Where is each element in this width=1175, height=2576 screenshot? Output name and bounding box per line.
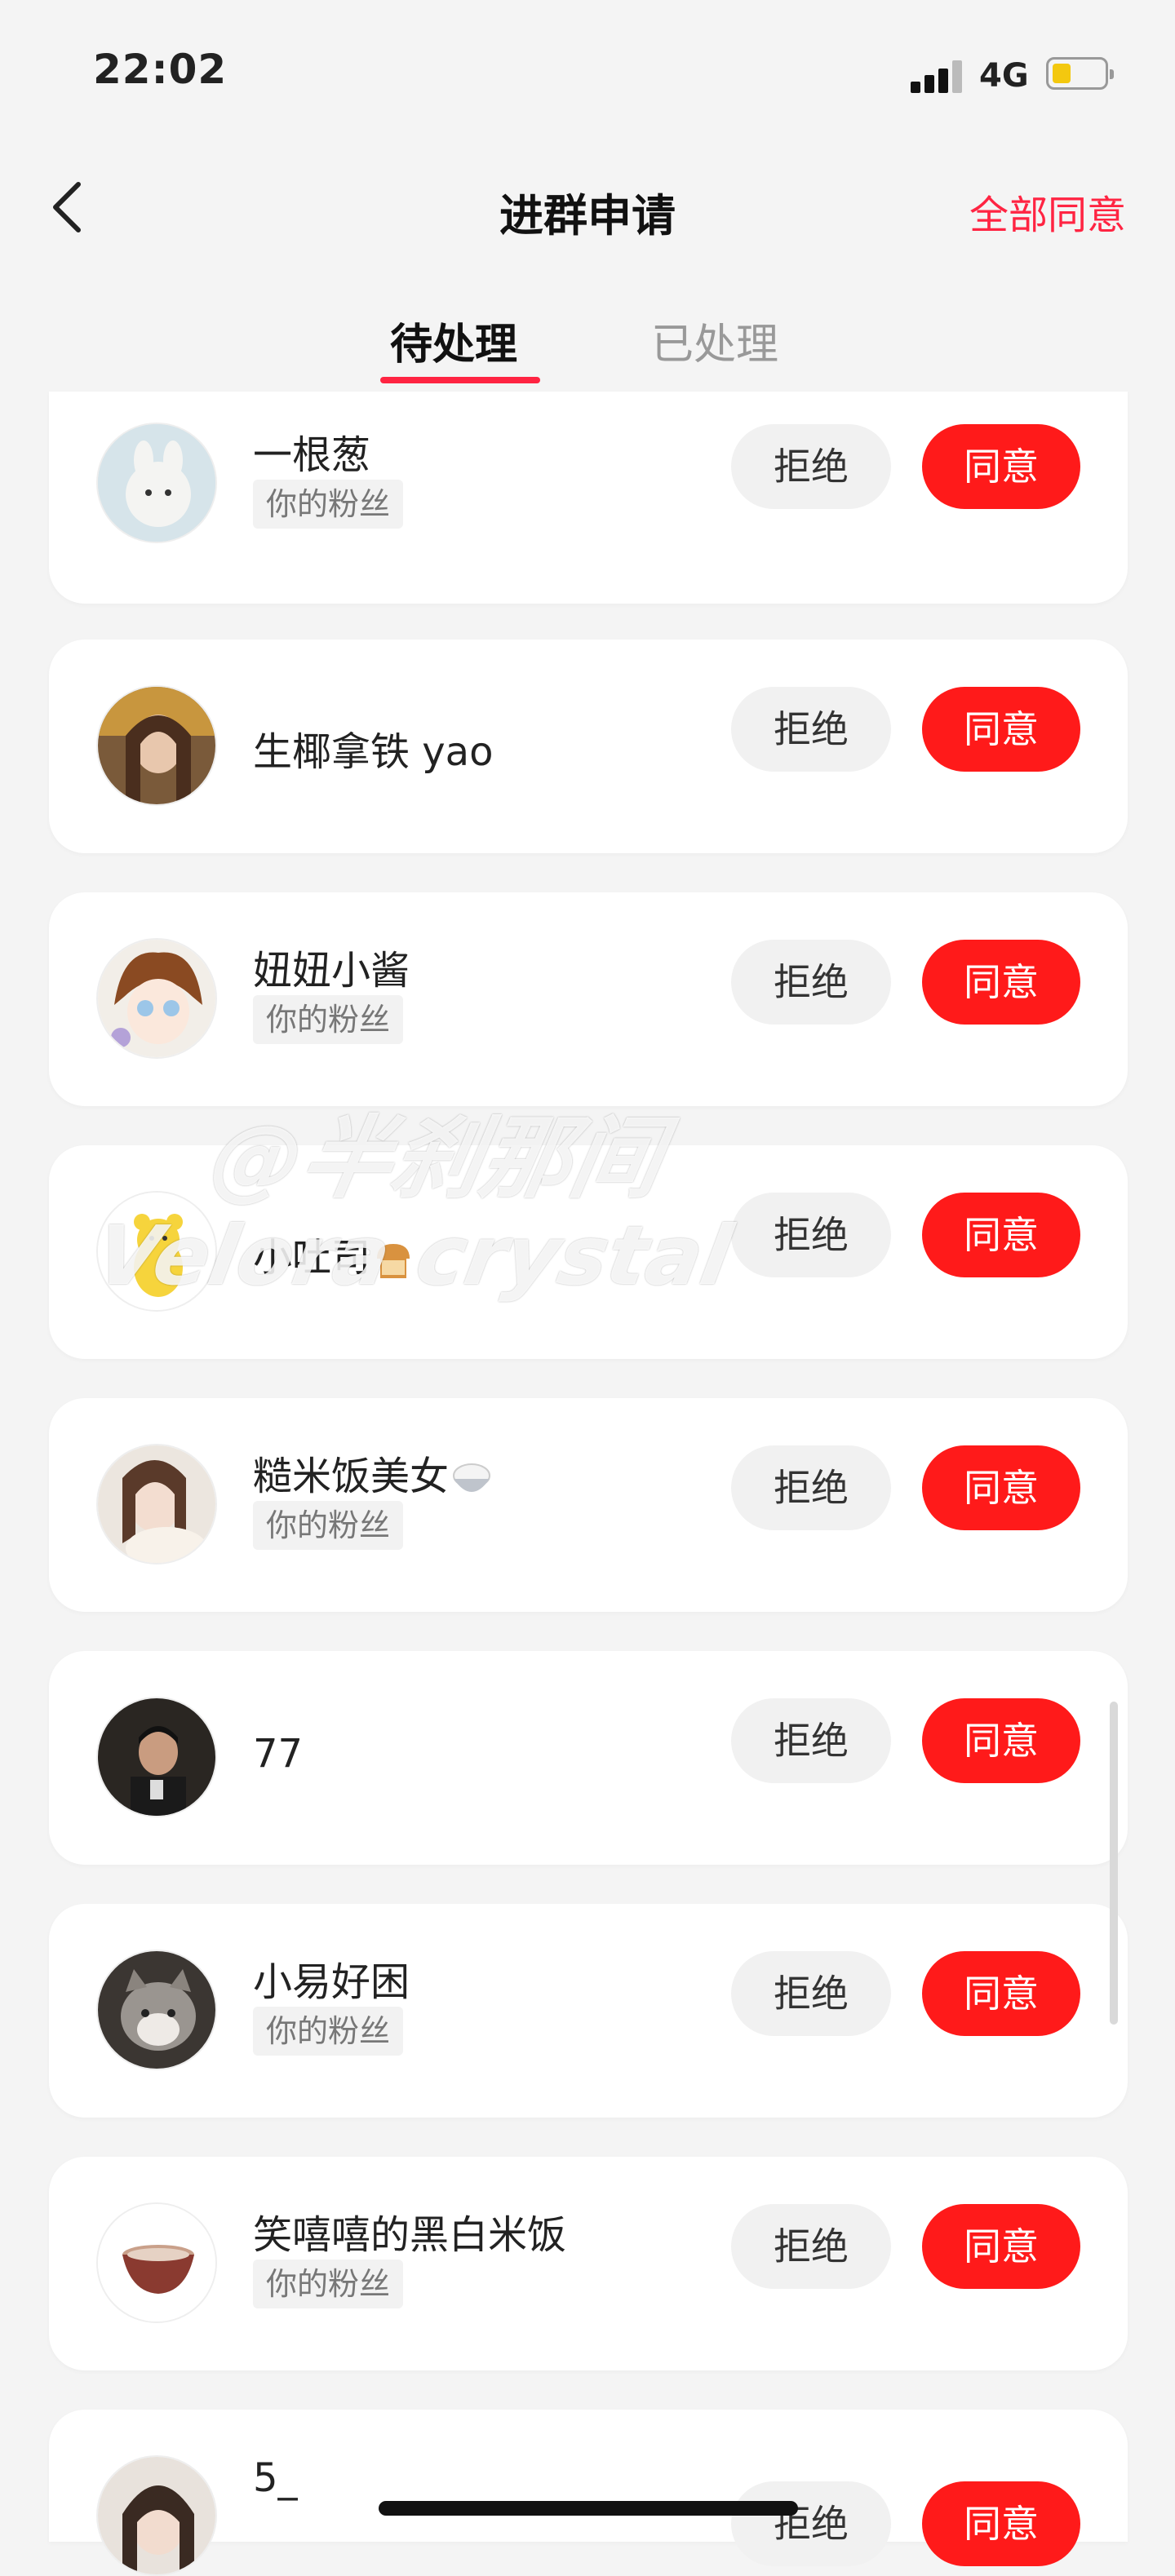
request-card: 一根葱 你的粉丝 拒绝 同意 [49,392,1128,604]
requester-name: 77 [253,1731,304,1777]
accept-button[interactable]: 同意 [922,1445,1080,1530]
network-label: 4G [979,57,1029,95]
status-bar: 22:02 4G [0,0,1175,147]
status-time: 22:02 [93,46,228,93]
request-card: 笑嘻嘻的黑白米饭 你的粉丝 拒绝 同意 [49,2157,1128,2370]
avatar[interactable] [96,685,217,806]
fan-badge: 你的粉丝 [253,2260,404,2308]
avatar[interactable] [96,1697,217,1817]
active-tab-indicator [380,377,540,383]
scrollbar[interactable] [1110,1702,1118,2025]
agree-all-button[interactable]: 全部同意 [969,183,1126,240]
fan-badge: 你的粉丝 [253,1501,404,1550]
request-card: 小易好困 你的粉丝 拒绝 同意 [49,1904,1128,2118]
rice-bowl-icon [453,1463,491,1492]
nav-bar: 进群申请 全部同意 [0,147,1175,269]
accept-button[interactable]: 同意 [922,1951,1080,2036]
accept-button[interactable]: 同意 [922,2481,1080,2566]
avatar[interactable] [96,2202,217,2323]
reject-button[interactable]: 拒绝 [731,2204,891,2289]
reject-button[interactable]: 拒绝 [731,2481,891,2566]
avatar[interactable] [96,2455,217,2576]
accept-button[interactable]: 同意 [922,424,1080,509]
avatar[interactable] [96,938,217,1059]
reject-button[interactable]: 拒绝 [731,1445,891,1530]
requester-name: 笑嘻嘻的黑白米饭 [253,2212,567,2258]
fan-badge: 你的粉丝 [253,995,404,1044]
tab-pending[interactable]: 待处理 [390,310,517,371]
watermark-line2: Velora crystal [89,1208,739,1303]
request-card: 糙米饭美女 你的粉丝 拒绝 同意 [49,1398,1128,1612]
requester-name: 妞妞小酱 [253,948,410,994]
avatar[interactable] [96,1444,217,1565]
accept-button[interactable]: 同意 [922,940,1080,1025]
requester-name: 糙米饭美女 [253,1444,494,1502]
requester-name: 一根葱 [253,432,371,478]
fan-badge: 你的粉丝 [253,480,404,529]
avatar[interactable] [96,423,217,543]
accept-button[interactable]: 同意 [922,1193,1080,1277]
request-card: 生椰拿铁 yao 拒绝 同意 [49,640,1128,853]
requester-name: 5_ [253,2455,298,2501]
tab-bar: 待处理 已处理 [0,302,1175,392]
reject-button[interactable]: 拒绝 [731,1951,891,2036]
request-card: 5_ 拒绝 同意 [49,2410,1128,2576]
requester-name: 生椰拿铁 yao [253,729,494,775]
requester-name-text: 糙米饭美女 [253,1454,450,1499]
signal-icon [911,57,968,93]
requester-name: 小易好困 [253,1959,410,2005]
watermark: @半刹那间 Velora crystal [89,1106,956,1305]
home-indicator[interactable] [379,2501,798,2516]
reject-button[interactable]: 拒绝 [731,1698,891,1783]
accept-button[interactable]: 同意 [922,2204,1080,2289]
battery-icon [1046,57,1114,90]
reject-button[interactable]: 拒绝 [731,424,891,509]
reject-button[interactable]: 拒绝 [731,687,891,772]
watermark-line1: @半刹那间 [203,1106,671,1211]
reject-button[interactable]: 拒绝 [731,940,891,1025]
request-card: 77 拒绝 同意 [49,1651,1128,1865]
accept-button[interactable]: 同意 [922,687,1080,772]
tab-processed[interactable]: 已处理 [651,310,778,371]
request-card: 妞妞小酱 你的粉丝 拒绝 同意 [49,892,1128,1106]
accept-button[interactable]: 同意 [922,1698,1080,1783]
avatar[interactable] [96,1950,217,2070]
fan-badge: 你的粉丝 [253,2007,404,2056]
